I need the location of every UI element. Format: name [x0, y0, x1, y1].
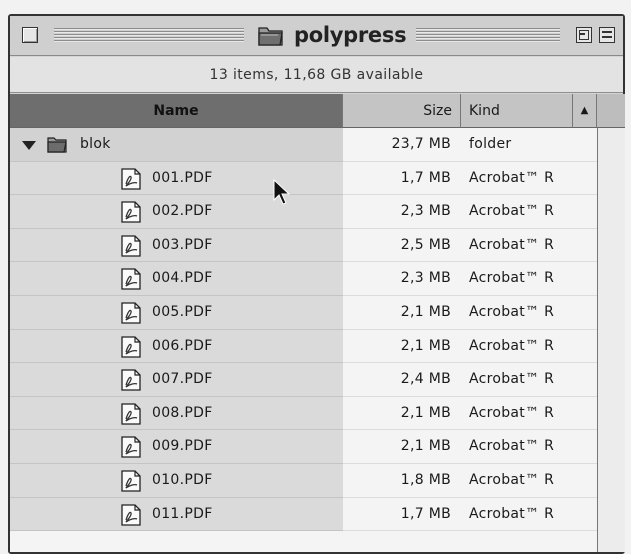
- window-title: polypress: [246, 20, 417, 50]
- pdf-document-icon: [121, 503, 141, 526]
- list-item[interactable]: 002.PDF 2,3 MB Acrobat™ R: [10, 195, 597, 229]
- folder-kind: folder: [461, 128, 597, 162]
- list-item[interactable]: 001.PDF 1,7 MB Acrobat™ R: [10, 161, 597, 196]
- list-item[interactable]: 006.PDF 2,1 MB Acrobat™ R: [10, 329, 597, 364]
- list-item[interactable]: 004.PDF 2,3 MB Acrobat™ R: [10, 262, 597, 296]
- pdf-document-icon: [121, 201, 141, 223]
- file-kind: Acrobat™ R: [461, 296, 597, 330]
- list-item[interactable]: 008.PDF 2,1 MB Acrobat™ R: [10, 396, 597, 431]
- list-item[interactable]: 007.PDF 2,4 MB Acrobat™ R: [10, 363, 597, 397]
- pdf-document-icon: [121, 268, 141, 291]
- column-header: Name Size Kind ▲: [10, 94, 625, 128]
- close-box-icon[interactable]: [22, 27, 38, 43]
- file-kind: Acrobat™ R: [461, 397, 597, 431]
- file-name: 005.PDF: [152, 303, 213, 320]
- list-item-folder[interactable]: blok 23,7 MB folder: [10, 128, 597, 162]
- scrollbar-top[interactable]: [597, 94, 625, 128]
- file-name: 011.PDF: [152, 505, 213, 522]
- file-name: 004.PDF: [152, 270, 213, 287]
- file-name: 010.PDF: [152, 471, 213, 488]
- rows: blok 23,7 MB folder 001.PDF 1,7 MB Acrob…: [10, 128, 597, 532]
- file-name: 009.PDF: [152, 438, 213, 455]
- file-kind: Acrobat™ R: [461, 430, 597, 464]
- file-size: 2,1 MB: [343, 430, 461, 464]
- list-item[interactable]: 003.PDF 2,5 MB Acrobat™ R: [10, 228, 597, 263]
- pdf-document-icon: [121, 369, 141, 391]
- file-kind: Acrobat™ R: [461, 262, 597, 296]
- pdf-document-icon: [121, 470, 141, 492]
- title-bar-stripes-left: [54, 28, 244, 42]
- file-size: 2,3 MB: [343, 262, 461, 296]
- vertical-scrollbar[interactable]: [597, 128, 625, 552]
- name-cell: blok: [10, 128, 343, 162]
- file-size: 1,8 MB: [343, 464, 461, 498]
- file-size: 2,5 MB: [343, 229, 461, 263]
- list-item[interactable]: 011.PDF 1,7 MB Acrobat™ R: [10, 497, 597, 532]
- sort-direction-icon[interactable]: ▲: [573, 94, 597, 128]
- file-name: 002.PDF: [152, 203, 213, 220]
- disclosure-triangle-icon[interactable]: [22, 141, 36, 150]
- file-size: 1,7 MB: [343, 498, 461, 532]
- column-header-name[interactable]: Name: [10, 94, 343, 128]
- status-bar: 13 items, 11,68 GB available: [10, 57, 623, 93]
- file-size: 2,4 MB: [343, 363, 461, 397]
- file-kind: Acrobat™ R: [461, 195, 597, 229]
- folder-icon: [258, 27, 283, 46]
- file-size: 1,7 MB: [343, 162, 461, 196]
- column-header-kind[interactable]: Kind: [461, 94, 573, 128]
- file-name: 006.PDF: [152, 337, 213, 354]
- title-bar[interactable]: polypress: [10, 16, 623, 56]
- pdf-document-icon: [121, 167, 141, 190]
- file-name: 003.PDF: [152, 236, 213, 253]
- pdf-document-icon: [121, 436, 141, 458]
- file-name: 007.PDF: [152, 371, 213, 388]
- file-size: 2,3 MB: [343, 195, 461, 229]
- pdf-document-icon: [121, 302, 141, 324]
- file-name: 001.PDF: [152, 169, 213, 186]
- window-title-text: polypress: [294, 23, 407, 47]
- file-kind: Acrobat™ R: [461, 162, 597, 196]
- folder-size: 23,7 MB: [343, 128, 461, 162]
- arrow-cursor-icon: [273, 178, 291, 205]
- list-item[interactable]: 005.PDF 2,1 MB Acrobat™ R: [10, 295, 597, 330]
- file-kind: Acrobat™ R: [461, 363, 597, 397]
- collapse-box-icon[interactable]: [599, 27, 615, 43]
- file-size: 2,1 MB: [343, 397, 461, 431]
- folder-name: blok: [80, 136, 111, 152]
- file-kind: Acrobat™ R: [461, 330, 597, 364]
- list-item[interactable]: 009.PDF 2,1 MB Acrobat™ R: [10, 430, 597, 464]
- finder-window: polypress 13 items, 11,68 GB available N…: [8, 14, 625, 554]
- pdf-document-icon: [121, 235, 141, 257]
- file-size: 2,1 MB: [343, 330, 461, 364]
- file-kind: Acrobat™ R: [461, 498, 597, 532]
- file-size: 2,1 MB: [343, 296, 461, 330]
- file-kind: Acrobat™ R: [461, 229, 597, 263]
- column-header-size[interactable]: Size: [343, 94, 461, 128]
- file-kind: Acrobat™ R: [461, 464, 597, 498]
- folder-icon: [47, 137, 67, 153]
- list-item[interactable]: 010.PDF 1,8 MB Acrobat™ R: [10, 463, 597, 498]
- pdf-document-icon: [121, 403, 141, 425]
- pdf-document-icon: [121, 335, 141, 358]
- title-bar-stripes-right: [408, 28, 560, 42]
- file-list: Name Size Kind ▲ blok 23,7 MB folder 001…: [10, 94, 625, 552]
- file-name: 008.PDF: [152, 404, 213, 421]
- zoom-box-icon[interactable]: [576, 27, 592, 43]
